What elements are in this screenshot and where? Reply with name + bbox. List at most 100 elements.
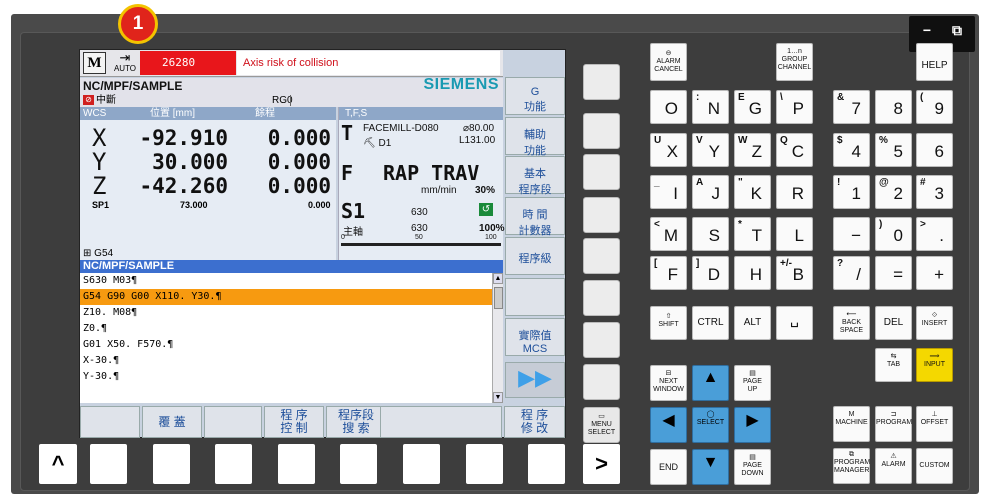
key-g[interactable]: EG [734,90,771,124]
horizontal-softkey-8[interactable] [528,444,565,484]
softkey-right-7[interactable]: 實際值 MCS [505,318,565,356]
horizontal-softkey-back[interactable]: ^ [39,444,77,484]
input-button[interactable]: ⟹ INPUT [916,348,953,382]
softkey-bottom-5[interactable]: 程序段搜 索 [326,406,386,438]
key-num-1-2[interactable]: 6 [916,133,953,167]
arrow-down-button[interactable]: ▼ [692,449,729,485]
softkey-bottom-6[interactable] [380,406,502,438]
program-line[interactable]: Z0.¶ [80,321,492,337]
program-manager-button[interactable]: ⧉ PROGRAM MANAGER [833,448,870,484]
key-k[interactable]: " K [734,175,771,209]
arrow-left-button[interactable]: ◀ [650,407,687,443]
tab-button[interactable]: ⇆ TAB [875,348,912,382]
alarm-button[interactable]: ⚠ ALARM [875,448,912,484]
softkey-right-1[interactable]: G 功能 [505,77,565,115]
restore-icon[interactable]: ⧉ [943,22,971,39]
softkey-bottom-4[interactable]: 程 序控 制 [264,406,324,438]
softkey-bottom-3[interactable] [204,406,262,438]
softkey-right-2[interactable]: 輔助 功能 [505,117,565,157]
program-line[interactable]: G01 X50. F570.¶ [80,337,492,353]
softkey-right-6[interactable] [505,278,565,316]
key-l[interactable]: L [776,217,813,251]
softkey-right-4[interactable]: 時 間計數器 [505,197,565,237]
key-t[interactable]: * T [734,217,771,251]
key-j[interactable]: AJ [692,175,729,209]
help-button[interactable]: HELP [916,43,953,81]
key-num-1-1[interactable]: % 5 [875,133,912,167]
horizontal-softkey-1[interactable] [90,444,127,484]
menu-select-button[interactable]: ▭ MENU SELECT [583,407,620,443]
space-button[interactable]: ␣ [776,306,813,340]
horizontal-softkey-7[interactable] [466,444,503,484]
key-num-3-1[interactable]: ) 0 [875,217,912,251]
key-num-3-0[interactable]: − [833,217,870,251]
softkey-right-8[interactable]: ▶▶ [505,362,565,398]
vertical-softkey-5[interactable] [583,238,620,274]
key-d[interactable]: ] D [692,256,729,290]
softkey-right-5[interactable]: 程序級 [505,237,565,275]
softkey-bottom-1[interactable] [80,406,140,438]
insert-button[interactable]: ⟐ INSERT [916,306,953,340]
key-num-4-0[interactable]: ? / [833,256,870,290]
vertical-softkey-6[interactable] [583,280,620,316]
select-button[interactable]: ◯ SELECT [692,407,729,443]
horizontal-softkey-4[interactable] [278,444,315,484]
alarm-cancel-button[interactable]: ⊖ ALARM CANCEL [650,43,687,81]
custom-button[interactable]: CUSTOM [916,448,953,484]
key-b[interactable]: +/- B [776,256,813,290]
vertical-softkey-2[interactable] [583,113,620,149]
program-line[interactable]: G54 G90 G00 X110. Y30.¶ [80,289,492,305]
key-z[interactable]: WZ [734,133,771,167]
key-num-1-0[interactable]: $4 [833,133,870,167]
key-c[interactable]: QC [776,133,813,167]
key-num-0-2[interactable]: (9 [916,90,953,124]
page-down-button[interactable]: ▤ PAGE DOWN [734,449,771,485]
softkey-bottom-7[interactable]: 程 序修 改 [504,406,565,438]
key-num-3-2[interactable]: >. [916,217,953,251]
program-editor[interactable]: S630 M03¶ G54 G90 G00 X110. Y30.¶ Z10. M08… [80,273,492,403]
delete-button[interactable]: DEL [875,306,912,340]
key-num-2-0[interactable]: ! 1 [833,175,870,209]
key-num-2-1[interactable]: @2 [875,175,912,209]
ctrl-button[interactable]: CTRL [692,306,729,340]
softkey-bottom-2[interactable]: 覆 蓋 [142,406,202,438]
program-scrollbar[interactable]: ▲ ▼ [492,273,503,403]
key-s[interactable]: S [692,217,729,251]
alarm-number[interactable]: 26280 [140,51,236,75]
key-num-0-1[interactable]: 8 [875,90,912,124]
key-m[interactable]: < M [650,217,687,251]
horizontal-softkey-next[interactable]: > [583,444,620,484]
backspace-button[interactable]: ⟵ BACK SPACE [833,306,870,340]
vertical-softkey-8[interactable] [583,364,620,400]
program-button[interactable]: ⊐ PROGRAM [875,406,912,442]
program-line[interactable]: S630 M03¶ [80,273,492,289]
key-x[interactable]: UX [650,133,687,167]
program-line[interactable]: Y-30.¶ [80,369,492,385]
key-f[interactable]: [F [650,256,687,290]
horizontal-softkey-5[interactable] [340,444,377,484]
key-n[interactable]: :N [692,90,729,124]
page-up-button[interactable]: ▤ PAGE UP [734,365,771,401]
minimize-icon[interactable]: − [913,22,941,38]
end-button[interactable]: END [650,449,687,485]
key-p[interactable]: \ P [776,90,813,124]
alt-button[interactable]: ALT [734,306,771,340]
arrow-up-button[interactable]: ▲ [692,365,729,401]
offset-button[interactable]: ⊥ OFFSET [916,406,953,442]
vertical-softkey-7[interactable] [583,322,620,358]
vertical-softkey-3[interactable] [583,154,620,190]
horizontal-softkey-2[interactable] [153,444,190,484]
program-line[interactable]: Z10. M08¶ [80,305,492,321]
key-h[interactable]: H [734,256,771,290]
scroll-up-icon[interactable]: ▲ [493,273,503,284]
vertical-softkey-1[interactable] [583,64,620,100]
key-num-4-1[interactable]: = [875,256,912,290]
program-line[interactable]: X-30.¶ [80,353,492,369]
horizontal-softkey-3[interactable] [215,444,252,484]
vertical-softkey-4[interactable] [583,197,620,233]
horizontal-softkey-6[interactable] [403,444,440,484]
key-i[interactable]: _ I [650,175,687,209]
key-num-2-2[interactable]: #3 [916,175,953,209]
softkey-right-3[interactable]: 基本 程序段 [505,156,565,196]
scroll-thumb[interactable] [494,287,503,309]
